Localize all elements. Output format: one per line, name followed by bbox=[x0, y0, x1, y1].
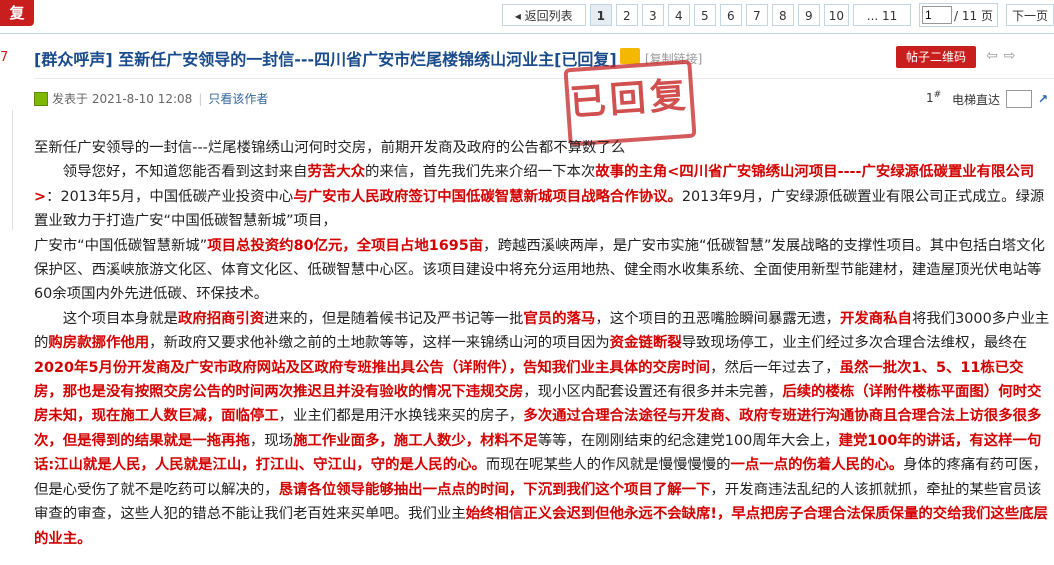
page-total: / 11 页 bbox=[954, 8, 993, 23]
page-last[interactable]: ... 11 bbox=[853, 4, 912, 26]
paragraph-intro: 领导您好，不知道您能否看到这封来自劳苦大众的来信，首先我们先来介绍一下本次故事的… bbox=[34, 164, 1045, 230]
page-jump-input[interactable] bbox=[922, 6, 953, 24]
separator: | bbox=[198, 91, 203, 106]
post-date: 发表于 2021-8-10 12:08 bbox=[52, 92, 193, 106]
page-9[interactable]: 9 bbox=[797, 4, 820, 26]
page-2[interactable]: 2 bbox=[615, 4, 638, 26]
online-status-icon bbox=[34, 91, 48, 106]
floor-jump: 电梯直达 ↗ bbox=[952, 90, 1048, 108]
page-4[interactable]: 4 bbox=[667, 4, 690, 26]
back-to-list-button[interactable]: ◂ 返回列表 bbox=[501, 4, 586, 26]
pagination: ◂ 返回列表 1 2 3 4 5 6 7 8 9 10 ... 11 / 11 … bbox=[498, 3, 1054, 27]
next-thread-icon[interactable]: ⇨ bbox=[1004, 48, 1016, 64]
author-only-link[interactable]: 只看该作者 bbox=[208, 90, 268, 107]
post-meta: 发表于 2021-8-10 12:08 | 只看该作者 bbox=[34, 90, 268, 107]
sidebar-fragment bbox=[0, 110, 13, 230]
page-3[interactable]: 3 bbox=[641, 4, 664, 26]
reply-button[interactable]: 复 bbox=[0, 0, 34, 26]
next-page-button[interactable]: 下一页 bbox=[1006, 4, 1054, 26]
replied-stamp: 已回复 bbox=[563, 59, 697, 147]
thread-title: [群众呼声] 至新任广安领导的一封信---四川省广安市烂尾楼锦绣山河业主[已回复… bbox=[34, 50, 617, 69]
floor-number: 1# bbox=[926, 90, 942, 105]
left-fragment-number: 7 bbox=[0, 50, 9, 65]
qr-code-button[interactable]: 帖子二维码 bbox=[896, 46, 976, 68]
page-10[interactable]: 10 bbox=[823, 4, 850, 26]
page-8[interactable]: 8 bbox=[771, 4, 794, 26]
thread-nav: ⇦ ⇨ bbox=[986, 48, 1015, 64]
paragraph-project: 广安市“中国低碳智慧新城”项目总投资约80亿元，全项目占地1695亩，跨越西溪峡… bbox=[34, 237, 1045, 303]
page-1[interactable]: 1 bbox=[589, 4, 612, 26]
page-5[interactable]: 5 bbox=[693, 4, 716, 26]
title-divider bbox=[34, 78, 1054, 79]
paragraph-complaint: 这个项目本身就是政府招商引资进来的，但是随着候书记及严书记等一批官员的落马，这个… bbox=[34, 310, 1050, 547]
lift-label: 电梯直达 bbox=[952, 92, 1001, 107]
floor-jump-input[interactable] bbox=[1006, 90, 1033, 108]
cloud-share-icon[interactable] bbox=[620, 48, 640, 64]
post-subject-line: 至新任广安领导的一封信---烂尾楼锦绣山河何时交房，前期开发商及政府的公告都不算… bbox=[34, 140, 626, 156]
page-jump: / 11 页 bbox=[919, 3, 998, 27]
prev-thread-icon[interactable]: ⇦ bbox=[986, 48, 998, 64]
page-7[interactable]: 7 bbox=[745, 4, 768, 26]
divider bbox=[0, 33, 1054, 34]
page-6[interactable]: 6 bbox=[719, 4, 742, 26]
go-icon[interactable]: ↗ bbox=[1038, 92, 1048, 106]
post-content: 至新任广安领导的一封信---烂尾楼锦绣山河何时交房，前期开发商及政府的公告都不算… bbox=[34, 136, 1050, 551]
top-bar: 复 ◂ 返回列表 1 2 3 4 5 6 7 8 9 10 ... 11 / 1… bbox=[0, 0, 1054, 32]
